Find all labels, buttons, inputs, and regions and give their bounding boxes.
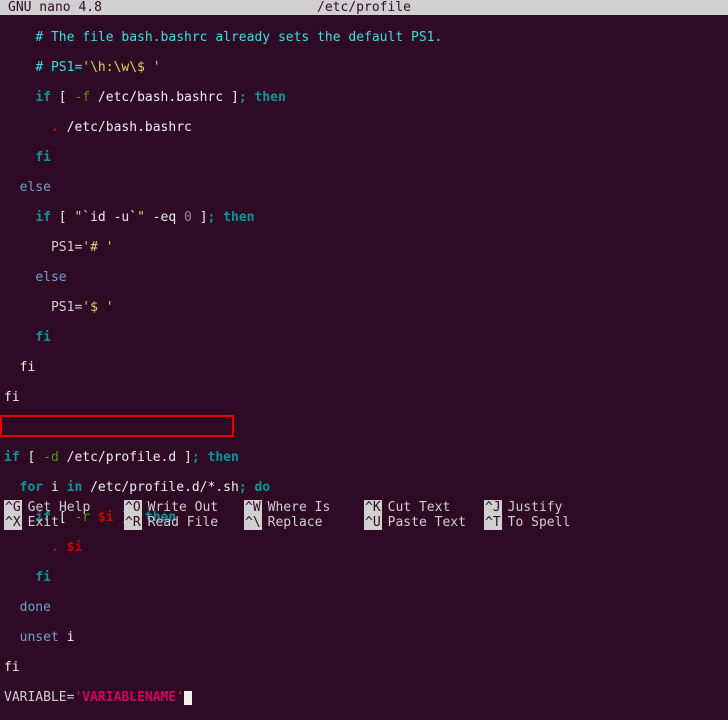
shortcut-bar: ^GGet Help ^OWrite Out ^WWhere Is ^KCut …	[4, 500, 724, 530]
shortcut-replace[interactable]: ^\Replace	[244, 515, 364, 530]
shortcut-where-is[interactable]: ^WWhere Is	[244, 500, 364, 515]
code-line: . /etc/bash.bashrc	[4, 120, 724, 135]
code-line: fi	[4, 330, 724, 345]
code-line: if [ "`id -u`" -eq 0 ]; then	[4, 210, 724, 225]
code-line: PS1='# '	[4, 240, 724, 255]
shortcut-write-out[interactable]: ^OWrite Out	[124, 500, 244, 515]
code-line: unset i	[4, 630, 724, 645]
code-line: fi	[4, 360, 724, 375]
code-line: # The file bash.bashrc already sets the …	[4, 30, 724, 45]
titlebar: GNU nano 4.8 /etc/profile	[0, 0, 728, 15]
cursor	[184, 691, 192, 705]
code-line: PS1='$ '	[4, 300, 724, 315]
code-line: if [ -d /etc/profile.d ]; then	[4, 450, 724, 465]
file-path: /etc/profile	[0, 0, 728, 15]
code-line: else	[4, 180, 724, 195]
shortcut-cut-text[interactable]: ^KCut Text	[364, 500, 484, 515]
code-line: fi	[4, 660, 724, 675]
code-line: done	[4, 600, 724, 615]
code-line: for i in /etc/profile.d/*.sh; do	[4, 480, 724, 495]
shortcut-to-spell[interactable]: ^TTo Spell	[484, 515, 604, 530]
code-line: # PS1='\h:\w\$ '	[4, 60, 724, 75]
code-line: fi	[4, 570, 724, 585]
shortcut-row: ^XExit ^RRead File ^\Replace ^UPaste Tex…	[4, 515, 724, 530]
shortcut-row: ^GGet Help ^OWrite Out ^WWhere Is ^KCut …	[4, 500, 724, 515]
shortcut-get-help[interactable]: ^GGet Help	[4, 500, 124, 515]
shortcut-read-file[interactable]: ^RRead File	[124, 515, 244, 530]
code-line: if [ -f /etc/bash.bashrc ]; then	[4, 90, 724, 105]
code-line	[4, 420, 724, 435]
shortcut-exit[interactable]: ^XExit	[4, 515, 124, 530]
shortcut-paste-text[interactable]: ^UPaste Text	[364, 515, 484, 530]
code-line: . $i	[4, 540, 724, 555]
code-line: else	[4, 270, 724, 285]
code-line: VARIABLE='VARIABLENAME'	[4, 690, 724, 705]
code-line: fi	[4, 390, 724, 405]
code-line: fi	[4, 150, 724, 165]
shortcut-justify[interactable]: ^JJustify	[484, 500, 604, 515]
editor-area[interactable]: # The file bash.bashrc already sets the …	[0, 15, 728, 720]
